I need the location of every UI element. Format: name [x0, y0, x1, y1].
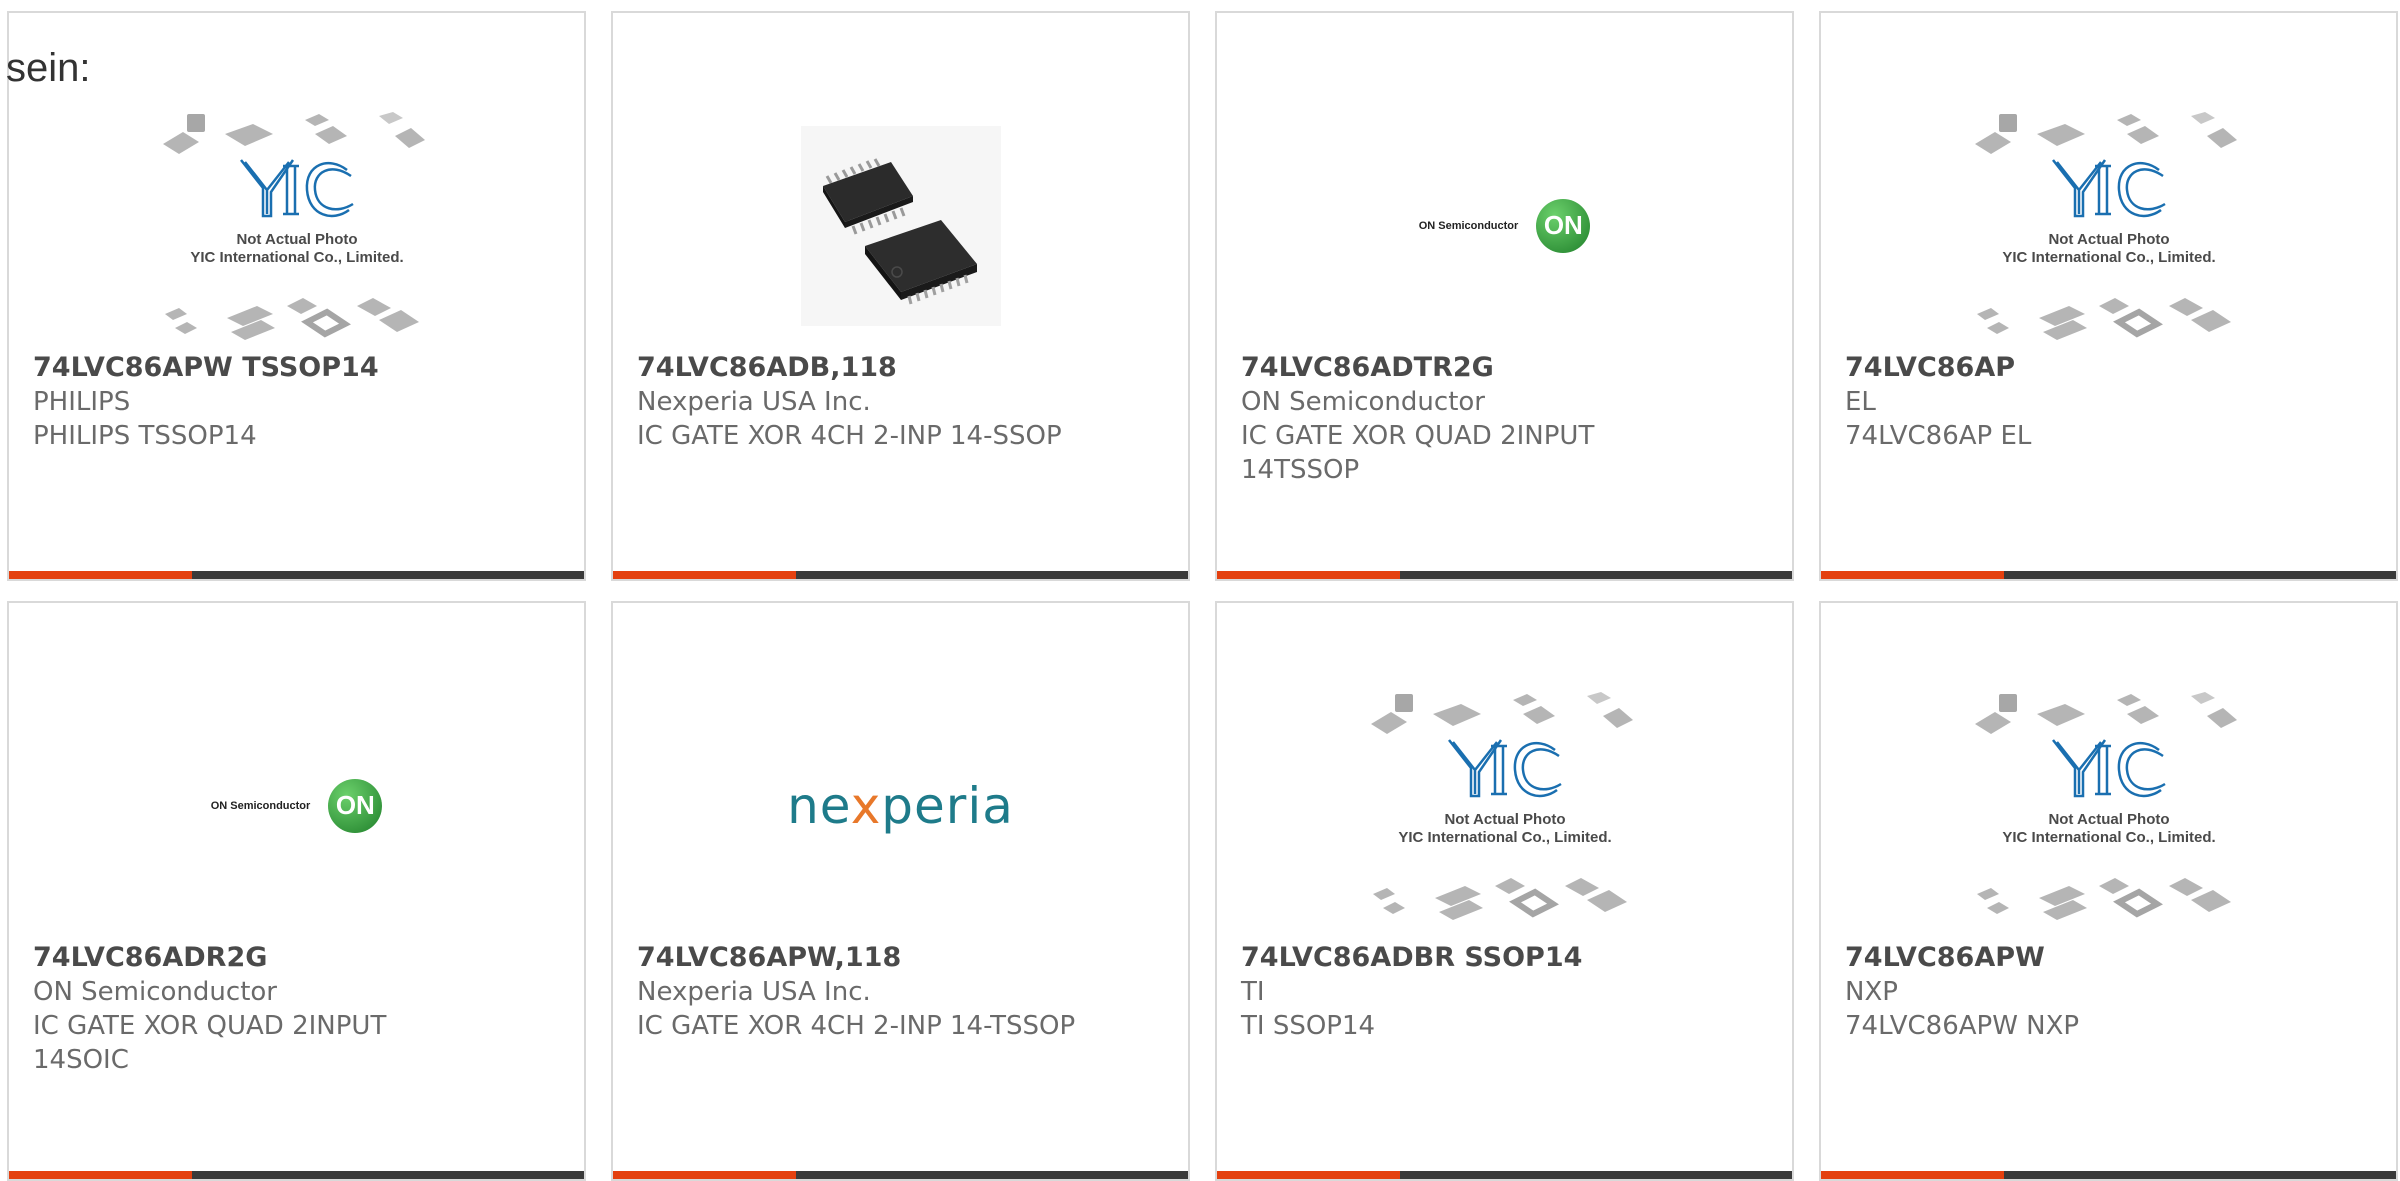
manufacturer: TI: [1241, 977, 1265, 1007]
product-card[interactable]: Not Actual Photo YIC International Co., …: [7, 11, 586, 581]
yic-placeholder-art: Not Actual Photo YIC International Co., …: [162, 111, 425, 340]
on-badge-icon: ON: [328, 778, 383, 833]
manufacturer: PHILIPS: [33, 387, 131, 417]
product-image-placeholder[interactable]: Not Actual Photo YIC International Co., …: [9, 93, 584, 358]
part-number-link[interactable]: 74LVC86ADR2G: [33, 941, 560, 975]
card-bottom-bar: [9, 1171, 584, 1179]
product-card[interactable]: Not Actual Photo YIC International Co., …: [1819, 601, 2398, 1181]
description: IC GATE XOR QUAD 2INPUT 14TSSOP: [1241, 421, 1595, 485]
on-badge-icon: ON: [1536, 198, 1591, 253]
product-card[interactable]: ON Semiconductor ON 74LVC86ADR2G ON Semi…: [7, 601, 586, 1181]
card-bottom-bar: [1821, 571, 2396, 579]
product-card[interactable]: Not Actual Photo YIC International Co., …: [1819, 11, 2398, 581]
description: 74LVC86APW NXP: [1845, 1011, 2080, 1041]
product-image-on-logo[interactable]: ON Semiconductor ON: [1217, 93, 1792, 358]
placeholder-caption-line2: YIC International Co., Limited.: [1398, 829, 1611, 846]
on-semiconductor-logo: ON Semiconductor ON: [1418, 198, 1591, 253]
placeholder-caption-line1: Not Actual Photo: [2048, 811, 2169, 828]
page-intro-text: sein:: [6, 46, 91, 90]
on-logo-text: ON Semiconductor: [1418, 219, 1519, 232]
placeholder-caption-line2: YIC International Co., Limited.: [2002, 249, 2215, 266]
manufacturer: NXP: [1845, 977, 1898, 1007]
manufacturer: EL: [1845, 387, 1876, 417]
part-number-link[interactable]: 74LVC86ADB,118: [637, 351, 1164, 385]
placeholder-caption-line2: YIC International Co., Limited.: [190, 249, 403, 266]
placeholder-caption-line1: Not Actual Photo: [2048, 231, 2169, 248]
part-number-link[interactable]: 74LVC86AP: [1845, 351, 2372, 385]
manufacturer: Nexperia USA Inc.: [637, 977, 871, 1007]
product-card[interactable]: ON Semiconductor ON 74LVC86ADTR2G ON Sem…: [1215, 11, 1794, 581]
description: TI SSOP14: [1241, 1011, 1376, 1041]
product-image-chip[interactable]: [613, 93, 1188, 358]
card-bottom-bar: [1217, 571, 1792, 579]
part-number-link[interactable]: 74LVC86APW TSSOP14: [33, 351, 560, 385]
product-card[interactable]: 74LVC86ADB,118 Nexperia USA Inc. IC GATE…: [611, 11, 1190, 581]
yic-placeholder-art: Not Actual Photo YIC International Co., …: [1370, 691, 1633, 920]
on-logo-text: ON Semiconductor: [210, 799, 311, 812]
product-image-nexperia-logo[interactable]: nexperia: [613, 673, 1188, 938]
yic-placeholder-art: Not Actual Photo YIC International Co., …: [1974, 111, 2237, 340]
description: IC GATE XOR QUAD 2INPUT 14SOIC: [33, 1011, 387, 1075]
description: IC GATE XOR 4CH 2-INP 14-SSOP: [637, 421, 1062, 451]
description: IC GATE XOR 4CH 2-INP 14-TSSOP: [637, 1011, 1076, 1041]
description: 74LVC86AP EL: [1845, 421, 2032, 451]
part-number-link[interactable]: 74LVC86ADTR2G: [1241, 351, 1768, 385]
yic-placeholder-art: Not Actual Photo YIC International Co., …: [1974, 691, 2237, 920]
manufacturer: ON Semiconductor: [33, 977, 277, 1007]
part-number-link[interactable]: 74LVC86ADBR SSOP14: [1241, 941, 1768, 975]
nexperia-logo: nexperia: [787, 776, 1014, 835]
part-number-link[interactable]: 74LVC86APW: [1845, 941, 2372, 975]
product-image-on-logo[interactable]: ON Semiconductor ON: [9, 673, 584, 938]
card-bottom-bar: [613, 1171, 1188, 1179]
product-image-placeholder[interactable]: Not Actual Photo YIC International Co., …: [1217, 673, 1792, 938]
card-bottom-bar: [1821, 1171, 2396, 1179]
part-number-link[interactable]: 74LVC86APW,118: [637, 941, 1164, 975]
product-image-placeholder[interactable]: Not Actual Photo YIC International Co., …: [1821, 93, 2396, 358]
ssop-chip-icon: [800, 125, 1001, 326]
manufacturer: Nexperia USA Inc.: [637, 387, 871, 417]
product-image-placeholder[interactable]: Not Actual Photo YIC International Co., …: [1821, 673, 2396, 938]
placeholder-caption-line1: Not Actual Photo: [236, 231, 357, 248]
product-card[interactable]: Not Actual Photo YIC International Co., …: [1215, 601, 1794, 1181]
card-bottom-bar: [1217, 1171, 1792, 1179]
manufacturer: ON Semiconductor: [1241, 387, 1485, 417]
card-bottom-bar: [613, 571, 1188, 579]
product-card[interactable]: nexperia 74LVC86APW,118 Nexperia USA Inc…: [611, 601, 1190, 1181]
on-semiconductor-logo: ON Semiconductor ON: [210, 778, 383, 833]
placeholder-caption-line1: Not Actual Photo: [1444, 811, 1565, 828]
placeholder-caption-line2: YIC International Co., Limited.: [2002, 829, 2215, 846]
description: PHILIPS TSSOP14: [33, 421, 257, 451]
card-bottom-bar: [9, 571, 584, 579]
